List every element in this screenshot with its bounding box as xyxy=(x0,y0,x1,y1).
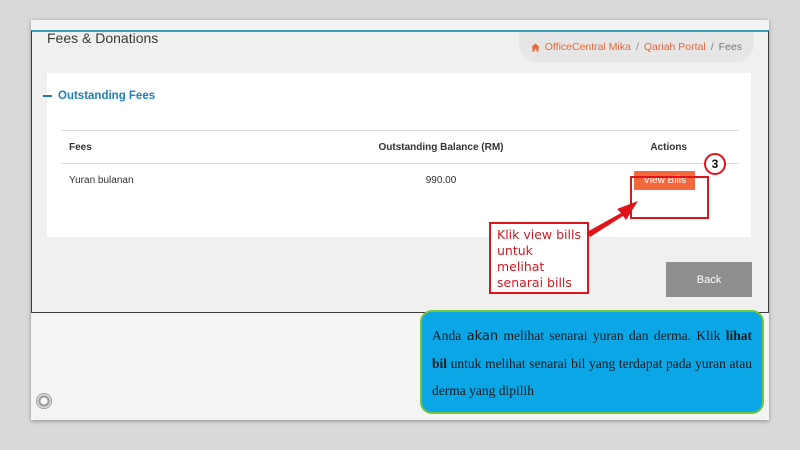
breadcrumb-separator: / xyxy=(710,41,714,53)
breadcrumb-qariah-portal-link[interactable]: Qariah Portal xyxy=(644,41,706,53)
note-text-emphasis: akan xyxy=(466,329,499,344)
instruction-note: Anda akan melihat senarai yuran dan derm… xyxy=(420,310,764,414)
slide: Fees & Donations OfficeCentral Mika / Qa… xyxy=(31,20,769,420)
fee-name-cell: Yuran bulanan xyxy=(69,174,134,186)
highlight-box xyxy=(630,176,709,219)
breadcrumb: OfficeCentral Mika / Qariah Portal / Fee… xyxy=(518,32,754,62)
callout-line: untuk melihat xyxy=(497,243,545,274)
breadcrumb-current: Fees xyxy=(718,41,742,53)
note-text: melihat senarai yuran dan derma. Klik xyxy=(498,328,726,343)
callout-line: Klik view bills xyxy=(497,227,581,242)
column-header-balance: Outstanding Balance (RM) xyxy=(378,141,504,153)
page-title: Fees & Donations xyxy=(47,30,159,46)
back-button[interactable]: Back xyxy=(666,262,752,297)
breadcrumb-separator: / xyxy=(635,41,639,53)
breadcrumb-officecentral-link[interactable]: OfficeCentral Mika xyxy=(545,41,631,53)
note-text: untuk melihat senarai bil yang terdapat … xyxy=(432,356,752,398)
speaker-icon[interactable] xyxy=(36,393,52,409)
outstanding-fees-toggle[interactable]: Outstanding Fees xyxy=(43,90,155,102)
section-title: Outstanding Fees xyxy=(58,90,156,102)
home-icon xyxy=(531,42,540,52)
collapse-icon xyxy=(43,95,52,97)
note-text: Anda xyxy=(432,328,467,343)
column-header-actions: Actions xyxy=(650,141,687,153)
balance-cell: 990.00 xyxy=(425,174,457,186)
app-screenshot: Fees & Donations OfficeCentral Mika / Qa… xyxy=(31,30,769,313)
column-header-fees: Fees xyxy=(69,141,92,153)
callout-line: senarai bills xyxy=(497,275,572,290)
table-header: Fees Outstanding Balance (RM) Actions xyxy=(61,130,739,164)
step-badge: 3 xyxy=(704,153,726,175)
instruction-callout: Klik view bills untuk melihat senarai bi… xyxy=(489,222,589,294)
